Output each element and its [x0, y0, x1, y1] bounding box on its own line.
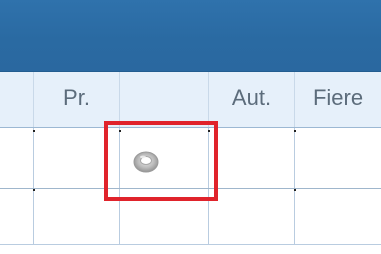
grid-corner-mark	[33, 130, 35, 132]
column-header-aut-label: Aut.	[231, 85, 272, 110]
table-cell[interactable]	[295, 189, 381, 244]
table-cell[interactable]	[34, 189, 120, 244]
row-divider	[0, 244, 381, 245]
column-header-blank[interactable]	[0, 72, 34, 127]
grid-corner-mark	[208, 130, 210, 132]
table-cell[interactable]	[209, 189, 295, 244]
table-cell[interactable]	[295, 128, 381, 188]
column-header-row: Pr. Aut. Fiere	[0, 72, 381, 128]
table-row[interactable]	[0, 189, 381, 244]
table-cell[interactable]	[0, 128, 34, 188]
table-row[interactable]	[0, 128, 381, 188]
column-header-fiere-label: Fiere	[312, 85, 364, 110]
grid-body	[0, 128, 381, 254]
table-cell[interactable]	[209, 128, 295, 188]
grid-corner-mark	[119, 130, 121, 132]
status-cell[interactable]	[120, 189, 209, 244]
grid-title-bar	[0, 0, 381, 72]
grid-corner-mark	[33, 189, 35, 191]
column-header-status[interactable]	[120, 72, 209, 127]
column-header-fiere[interactable]: Fiere	[295, 72, 381, 127]
table-cell[interactable]	[34, 128, 120, 188]
grid-corner-mark	[294, 130, 296, 132]
column-header-aut[interactable]: Aut.	[209, 72, 295, 127]
grid-corner-mark	[294, 189, 296, 191]
table-cell[interactable]	[0, 189, 34, 244]
column-header-pr-label: Pr.	[63, 85, 90, 110]
grid-window: Pr. Aut. Fiere	[0, 0, 381, 254]
ring-status-icon[interactable]	[131, 148, 161, 174]
column-header-pr[interactable]: Pr.	[34, 72, 120, 127]
